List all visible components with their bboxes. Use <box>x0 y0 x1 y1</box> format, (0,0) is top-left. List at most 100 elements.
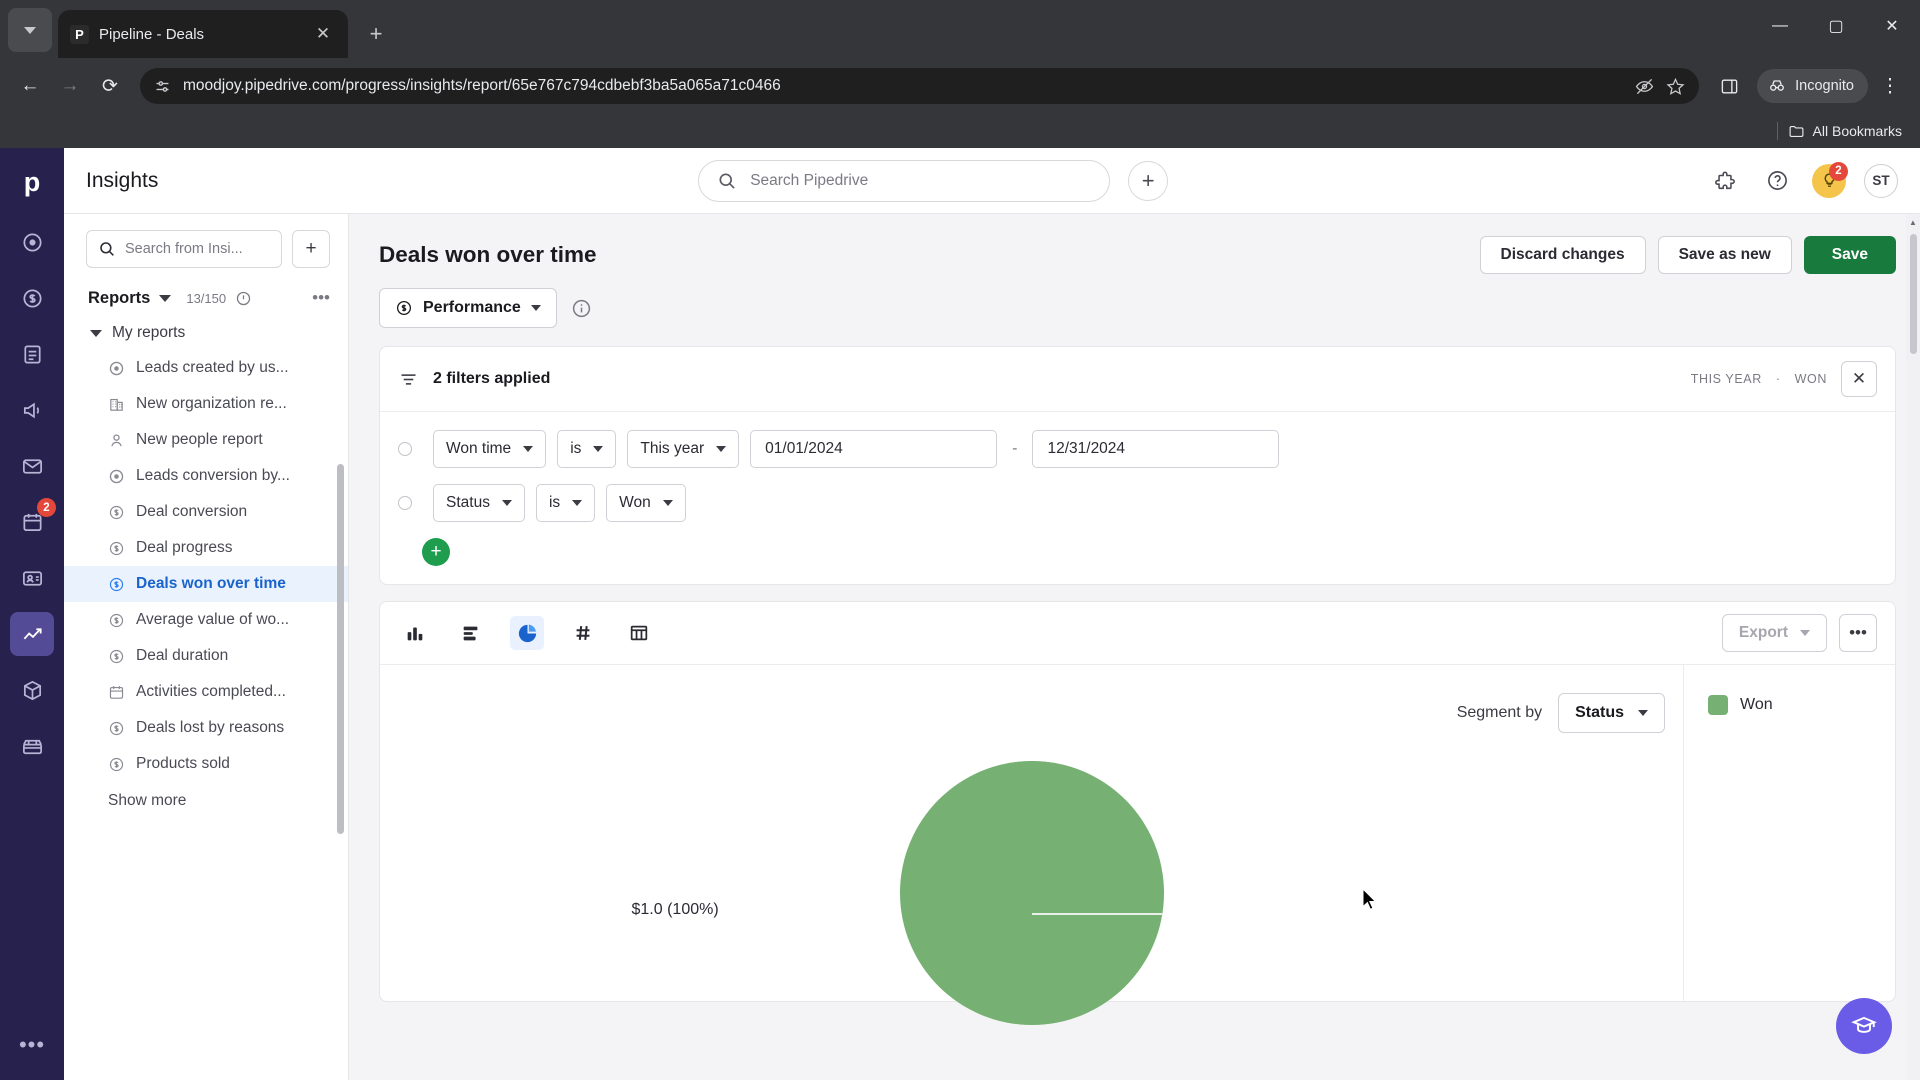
info-icon[interactable] <box>235 290 252 307</box>
sidebar-item-new-organization[interactable]: New organization re... <box>64 386 348 422</box>
filter-operator-dropdown[interactable]: is <box>557 430 617 468</box>
export-button[interactable]: Export <box>1721 614 1827 652</box>
rail-item-contacts[interactable] <box>10 556 54 600</box>
all-bookmarks-button[interactable]: All Bookmarks <box>1788 123 1902 140</box>
back-button[interactable]: ← <box>12 68 48 104</box>
sidebar-scrollbar-thumb[interactable] <box>337 464 344 834</box>
minimize-button[interactable]: — <box>1752 0 1808 52</box>
show-more-button[interactable]: Show more <box>64 782 348 820</box>
filter-date-from-input[interactable]: 01/01/2024 <box>750 430 998 468</box>
sidebar-item-deal-progress[interactable]: Deal progress <box>64 530 348 566</box>
sidebar-item-label: Deal progress <box>136 539 233 556</box>
sidebar-item-deal-duration[interactable]: Deal duration <box>64 638 348 674</box>
rail-item-deals[interactable] <box>10 276 54 320</box>
incognito-indicator[interactable]: Incognito <box>1757 69 1868 103</box>
pie-slice-won[interactable] <box>899 761 1164 1025</box>
reports-sidebar: Search from Insi... + Reports 13/150 ••• <box>64 214 349 1080</box>
filter-connector-dot <box>398 442 412 456</box>
divider <box>1776 122 1778 140</box>
academy-help-fab[interactable] <box>1836 998 1892 1054</box>
reload-button[interactable]: ⟳ <box>92 68 128 104</box>
forward-button[interactable]: → <box>52 68 88 104</box>
chevron-down-icon[interactable] <box>159 294 172 302</box>
close-window-button[interactable]: ✕ <box>1864 0 1920 52</box>
table-icon[interactable] <box>622 616 656 650</box>
chart-legend: Won <box>1683 665 1895 1001</box>
filter-date-to-input[interactable]: 12/31/2024 <box>1032 430 1280 468</box>
quick-add-button[interactable]: + <box>1128 160 1169 201</box>
filter-field-dropdown[interactable]: Status <box>433 484 525 522</box>
new-tab-button[interactable]: + <box>358 16 394 52</box>
discard-changes-button[interactable]: Discard changes <box>1479 236 1646 274</box>
side-panel-icon[interactable] <box>1711 68 1747 104</box>
chrome-menu-icon[interactable]: ⋮ <box>1872 68 1908 104</box>
sidebar-item-leads-conversion[interactable]: Leads conversion by... <box>64 458 348 494</box>
sidebar-item-leads-created[interactable]: Leads created by us... <box>64 350 348 386</box>
pipedrive-logo[interactable]: p <box>12 162 52 202</box>
filter-value-dropdown[interactable]: This year <box>627 430 740 468</box>
tab-search-button[interactable] <box>8 8 52 52</box>
sidebar-item-deals-lost[interactable]: Deals lost by reasons <box>64 710 348 746</box>
rail-item-activities[interactable] <box>10 332 54 376</box>
deal-icon <box>396 300 412 316</box>
sidebar-item-average-value[interactable]: Average value of wo... <box>64 602 348 638</box>
sidebar-item-products-sold[interactable]: Products sold <box>64 746 348 782</box>
close-icon[interactable]: ✕ <box>310 21 336 47</box>
filter-value-label: This year <box>640 440 705 457</box>
filters-card: 2 filters applied THIS YEAR · WON ✕ Won … <box>379 346 1896 585</box>
chevron-down-icon <box>716 446 727 452</box>
sidebar-item-activities-completed[interactable]: Activities completed... <box>64 674 348 710</box>
address-bar[interactable]: moodjoy.pipedrive.com/progress/insights/… <box>140 68 1700 104</box>
avatar[interactable]: ST <box>1864 163 1898 198</box>
add-filter-button[interactable]: + <box>422 538 450 566</box>
main-scrollbar-thumb[interactable] <box>1910 234 1917 354</box>
sidebar-search-input[interactable]: Search from Insi... <box>86 230 282 268</box>
filter-value-dropdown[interactable]: Won <box>606 484 686 522</box>
extensions-icon[interactable] <box>1708 164 1742 198</box>
maximize-button[interactable]: ▢ <box>1808 0 1864 52</box>
chart-more-button[interactable]: ••• <box>1839 614 1877 652</box>
chevron-down-icon <box>90 329 102 337</box>
rail-more-button[interactable]: ••• <box>19 1032 45 1058</box>
add-report-button[interactable]: + <box>292 230 330 268</box>
column-chart-icon[interactable] <box>398 616 432 650</box>
hide-password-icon[interactable] <box>1635 77 1654 96</box>
reports-more-icon[interactable]: ••• <box>312 288 330 308</box>
filter-field-label: Status <box>446 494 490 511</box>
filter-operator-dropdown[interactable]: is <box>535 484 596 522</box>
pie-chart-icon[interactable] <box>510 616 544 650</box>
sidebar-item-deal-conversion[interactable]: Deal conversion <box>64 494 348 530</box>
rail-item-leads[interactable] <box>10 220 54 264</box>
rail-item-campaigns[interactable] <box>10 388 54 432</box>
scorecard-icon[interactable] <box>566 616 600 650</box>
save-button[interactable]: Save <box>1803 236 1896 274</box>
help-icon[interactable] <box>1760 164 1794 198</box>
main-scrollbar-track[interactable]: ▲ <box>1906 214 1920 1080</box>
bookmark-star-icon[interactable] <box>1666 77 1685 96</box>
segment-by-dropdown[interactable]: Status <box>1558 693 1665 733</box>
close-filters-button[interactable]: ✕ <box>1841 361 1877 397</box>
legend-item-won[interactable]: Won <box>1708 695 1895 715</box>
report-type-dropdown[interactable]: Performance <box>379 288 557 328</box>
search-input[interactable]: Search Pipedrive <box>698 159 1111 202</box>
my-reports-group[interactable]: My reports <box>64 316 348 350</box>
rail-item-calendar[interactable]: 2 <box>10 498 56 544</box>
filter-connector-dot <box>398 496 412 510</box>
reports-list: Leads created by us... New organization … <box>64 350 348 820</box>
info-icon[interactable] <box>571 298 592 319</box>
save-as-new-button[interactable]: Save as new <box>1657 236 1792 274</box>
whats-new-icon[interactable]: 2 <box>1812 161 1848 198</box>
filter-field-dropdown[interactable]: Won time <box>433 430 547 468</box>
rail-item-marketplace[interactable] <box>10 724 54 768</box>
bar-chart-icon[interactable] <box>454 616 488 650</box>
rail-item-products[interactable] <box>10 668 54 712</box>
site-settings-icon[interactable] <box>154 78 171 95</box>
filters-meta: THIS YEAR · WON ✕ <box>1691 361 1877 397</box>
scroll-up-arrow[interactable]: ▲ <box>1906 214 1920 230</box>
rail-item-insights[interactable] <box>10 612 54 656</box>
rail-item-mail[interactable] <box>10 444 54 488</box>
sidebar-item-deals-won-over-time[interactable]: Deals won over time <box>64 566 348 602</box>
sidebar-item-new-people[interactable]: New people report <box>64 422 348 458</box>
search-placeholder: Search Pipedrive <box>750 171 869 189</box>
browser-tab[interactable]: P Pipeline - Deals ✕ <box>58 10 348 58</box>
